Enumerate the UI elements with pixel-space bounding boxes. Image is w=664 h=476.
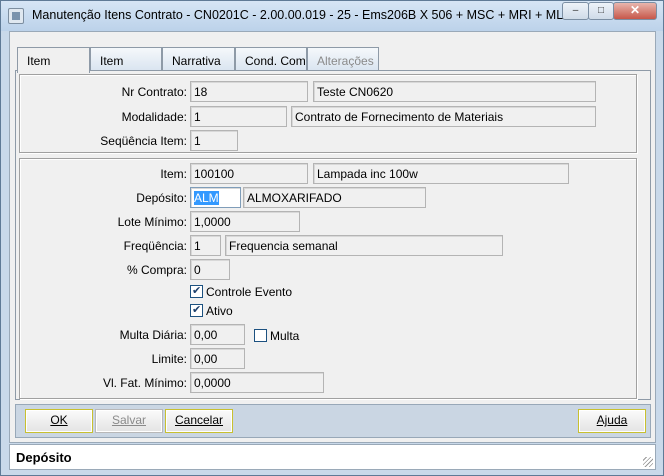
- tab-narrativa[interactable]: Narrativa: [162, 47, 235, 71]
- status-text: Depósito: [16, 450, 72, 465]
- limite-label: Limite:: [151, 352, 187, 366]
- maximize-button[interactable]: □: [588, 2, 614, 20]
- modalidade-label: Modalidade:: [121, 110, 187, 124]
- item-details-group: Item: 100100 Lampada inc 100w Depósito: …: [19, 158, 637, 399]
- deposito-description-field: ALMOXARIFADO: [243, 187, 426, 208]
- multa-checkbox-row[interactable]: Multa: [254, 329, 299, 343]
- lote-minimo-field[interactable]: 1,0000: [190, 211, 300, 232]
- multa-checkbox[interactable]: [254, 329, 267, 342]
- ativo-label: Ativo: [206, 304, 233, 318]
- ok-button[interactable]: OK: [25, 409, 93, 433]
- tab-alteracoes: Alterações: [307, 47, 379, 71]
- deposito-selected-text: ALM: [194, 191, 219, 205]
- deposito-label: Depósito:: [136, 191, 187, 205]
- tab-item-main[interactable]: Item: [17, 47, 90, 73]
- ativo-checkbox[interactable]: [190, 304, 203, 317]
- salvar-button: Salvar: [95, 409, 163, 433]
- controle-evento-checkbox[interactable]: [190, 285, 203, 298]
- item-code-field: 100100: [190, 163, 308, 184]
- nr-contrato-field: 18: [190, 81, 308, 102]
- multa-label: Multa: [270, 329, 300, 343]
- item-description-field: Lampada inc 100w: [313, 163, 569, 184]
- salvar-button-label: Salvar: [111, 413, 146, 427]
- status-bar: Depósito: [9, 444, 656, 470]
- vl-fat-minimo-label: Vl. Fat. Mínimo:: [102, 376, 187, 390]
- controle-evento-label: Controle Evento: [206, 285, 293, 299]
- button-bar: OK Salvar Cancelar Ajuda: [15, 404, 651, 438]
- ajuda-button-label: Ajuda: [596, 413, 628, 427]
- application-icon: [8, 8, 24, 24]
- resize-grip-icon[interactable]: [643, 457, 653, 467]
- contrato-description-field: Teste CN0620: [313, 81, 596, 102]
- controle-evento-checkbox-row[interactable]: Controle Evento: [190, 285, 292, 299]
- multa-diaria-label: Multa Diária:: [119, 328, 187, 342]
- ativo-checkbox-row[interactable]: Ativo: [190, 304, 233, 318]
- multa-diaria-field[interactable]: 0,00: [190, 324, 245, 345]
- cancelar-button-label: Cancelar: [174, 413, 224, 427]
- nr-contrato-label: Nr Contrato:: [121, 85, 187, 99]
- tab-cond-com[interactable]: Cond. Com: [235, 47, 307, 71]
- frequencia-code-field[interactable]: 1: [190, 235, 221, 256]
- ajuda-button[interactable]: Ajuda: [578, 409, 646, 433]
- vl-fat-minimo-field[interactable]: 0,0000: [190, 372, 324, 393]
- minimize-button[interactable]: –: [562, 2, 589, 20]
- deposito-input[interactable]: ALM: [190, 187, 241, 208]
- close-button[interactable]: ✕: [613, 2, 657, 20]
- title-bar[interactable]: Manutenção Itens Contrato - CN0201C - 2.…: [1, 1, 663, 31]
- sequencia-item-label: Seqüência Item:: [100, 134, 187, 148]
- ok-button-label: OK: [50, 413, 68, 427]
- lote-minimo-label: Lote Mínimo:: [117, 215, 187, 229]
- modalidade-description-field: Contrato de Fornecimento de Materiais: [291, 106, 596, 127]
- application-window: Manutenção Itens Contrato - CN0201C - 2.…: [0, 0, 664, 476]
- tab-panel-item: Nr Contrato: 18 Teste CN0620 Modalidade:…: [15, 70, 651, 400]
- sequencia-item-field: 1: [190, 130, 238, 151]
- cancelar-button[interactable]: Cancelar: [165, 409, 233, 433]
- tab-item-secondary[interactable]: Item: [90, 47, 162, 71]
- frequencia-label: Freqüência:: [123, 239, 187, 253]
- contract-group: Nr Contrato: 18 Teste CN0620 Modalidade:…: [19, 74, 637, 153]
- pct-compra-label: % Compra:: [126, 263, 187, 277]
- frequencia-description-field: Frequencia semanal: [225, 235, 503, 256]
- item-label: Item:: [160, 167, 187, 181]
- pct-compra-field[interactable]: 0: [190, 259, 230, 280]
- dialog-body: Item Item Narrativa Cond. Com Alterações…: [9, 31, 656, 443]
- limite-field[interactable]: 0,00: [190, 348, 245, 369]
- modalidade-field: 1: [190, 106, 287, 127]
- window-title: Manutenção Itens Contrato - CN0201C - 2.…: [32, 8, 585, 22]
